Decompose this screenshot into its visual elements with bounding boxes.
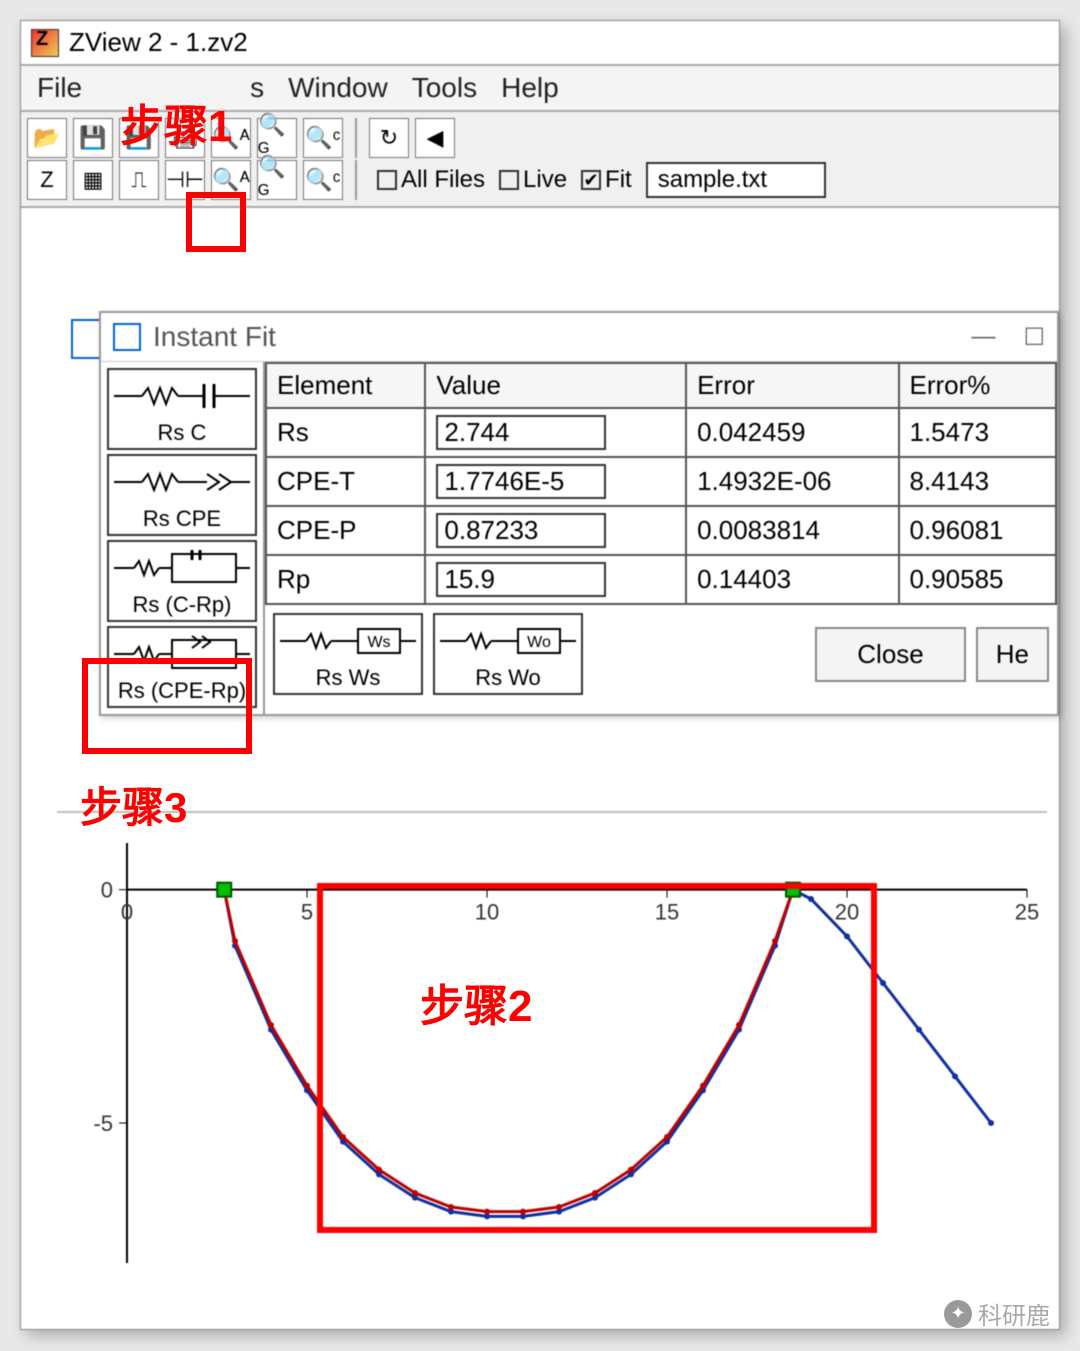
toolbar-sep: [355, 118, 357, 158]
fit-table-area: Element Value Error Error% Rs 2.744 0.04…: [265, 362, 1057, 714]
fit-table: Element Value Error Error% Rs 2.744 0.04…: [265, 362, 1057, 605]
col-element: Element: [266, 363, 425, 408]
circuit-rs-cpe-rp[interactable]: Rs (CPE-Rp): [107, 626, 257, 708]
col-value: Value: [425, 363, 686, 408]
menu-item[interactable]: s: [250, 72, 264, 104]
value-input[interactable]: 0.87233: [436, 513, 606, 548]
open-icon[interactable]: 📂: [27, 118, 67, 158]
menu-tools[interactable]: Tools: [412, 72, 477, 104]
value-input[interactable]: 15.9: [436, 562, 606, 597]
table-row: Rp 15.9 0.14403 0.90585: [266, 555, 1056, 604]
window-title: ZView 2 - 1.zv2: [69, 27, 248, 58]
col-error: Error: [686, 363, 898, 408]
instant-fit-icon[interactable]: ⊣⊢: [165, 160, 205, 200]
watermark: ✦ 科研鹿: [944, 1296, 1050, 1331]
instant-fit-window: Instant Fit — ☐ Rs C Rs CPE Rs (C-Rp): [99, 311, 1059, 716]
zoom-g2-icon[interactable]: 🔍ᴳ: [257, 160, 297, 200]
titlebar: ZView 2 - 1.zv2: [21, 21, 1059, 64]
table-row: Rs 2.744 0.042459 1.5473: [266, 408, 1056, 457]
zfile-icon[interactable]: Z: [27, 160, 67, 200]
svg-text:Ws: Ws: [367, 634, 390, 651]
zoom-g-icon[interactable]: 🔍ᴳ: [257, 118, 297, 158]
svg-text:0: 0: [101, 878, 113, 903]
svg-text:0: 0: [121, 900, 133, 925]
wechat-icon: ✦: [944, 1300, 972, 1328]
svg-text:25: 25: [1015, 900, 1039, 925]
circuit-rs-cpe[interactable]: Rs CPE: [107, 454, 257, 536]
svg-text:10: 10: [475, 900, 499, 925]
fit-checkbox[interactable]: ✔Fit: [581, 166, 632, 194]
value-input[interactable]: 1.7746E-5: [436, 464, 606, 499]
app-window: ZView 2 - 1.zv2 File s Window Tools Help…: [20, 20, 1060, 1330]
instant-fit-titlebar: Instant Fit — ☐: [101, 313, 1057, 362]
file-field[interactable]: sample.txt: [646, 162, 826, 198]
annotation-step1: 步骤1: [120, 90, 232, 154]
minimize-icon[interactable]: —: [971, 323, 995, 352]
annotation-step3: 步骤3: [80, 774, 187, 835]
grid-icon[interactable]: ▦: [73, 160, 113, 200]
instant-fit-icon: [113, 323, 141, 351]
nyquist-plot[interactable]: 0 5 10 15 20 25 0 -5: [57, 811, 1047, 1311]
menu-window[interactable]: Window: [288, 72, 388, 104]
circuit-icon[interactable]: ⎍: [119, 160, 159, 200]
col-errorpct: Error%: [899, 363, 1057, 408]
close-button[interactable]: Close: [815, 627, 965, 682]
cycle-icon[interactable]: ↻: [369, 118, 409, 158]
zoom-c-icon[interactable]: 🔍ᶜ: [303, 118, 343, 158]
svg-text:Wo: Wo: [527, 634, 551, 651]
toolbar-sep2: [355, 160, 357, 200]
help-button[interactable]: He: [976, 627, 1049, 682]
zoom-c2-icon[interactable]: 🔍ᶜ: [303, 160, 343, 200]
annotation-step2: 步骤2: [420, 970, 532, 1034]
instant-fit-title: Instant Fit: [153, 321, 276, 353]
svg-text:15: 15: [655, 900, 679, 925]
svg-text:-5: -5: [93, 1111, 113, 1136]
menu-file[interactable]: File: [37, 72, 82, 104]
svg-text:20: 20: [835, 900, 859, 925]
left-arrow-icon[interactable]: ◀: [415, 118, 455, 158]
allfiles-checkbox[interactable]: All Files: [377, 166, 485, 194]
circuit-list: Rs C Rs CPE Rs (C-Rp) Rs (CPE-Rp): [101, 362, 265, 714]
zoom-a2-icon[interactable]: 🔍ᴬ: [211, 160, 251, 200]
live-checkbox[interactable]: Live: [499, 166, 567, 194]
value-input[interactable]: 2.744: [436, 415, 606, 450]
circuit-rs-c-rp[interactable]: Rs (C-Rp): [107, 540, 257, 622]
svg-text:5: 5: [301, 900, 313, 925]
circuit-rs-ws[interactable]: Ws Rs Ws: [273, 613, 423, 695]
menu-help[interactable]: Help: [501, 72, 559, 104]
circuit-rs-wo[interactable]: Wo Rs Wo: [433, 613, 583, 695]
maximize-icon[interactable]: ☐: [1023, 323, 1045, 352]
app-icon: [31, 29, 59, 57]
table-row: CPE-P 0.87233 0.0083814 0.96081: [266, 506, 1056, 555]
circuit-rs-c[interactable]: Rs C: [107, 368, 257, 450]
table-row: CPE-T 1.7746E-5 1.4932E-06 8.4143: [266, 457, 1056, 506]
save-icon[interactable]: 💾: [73, 118, 113, 158]
